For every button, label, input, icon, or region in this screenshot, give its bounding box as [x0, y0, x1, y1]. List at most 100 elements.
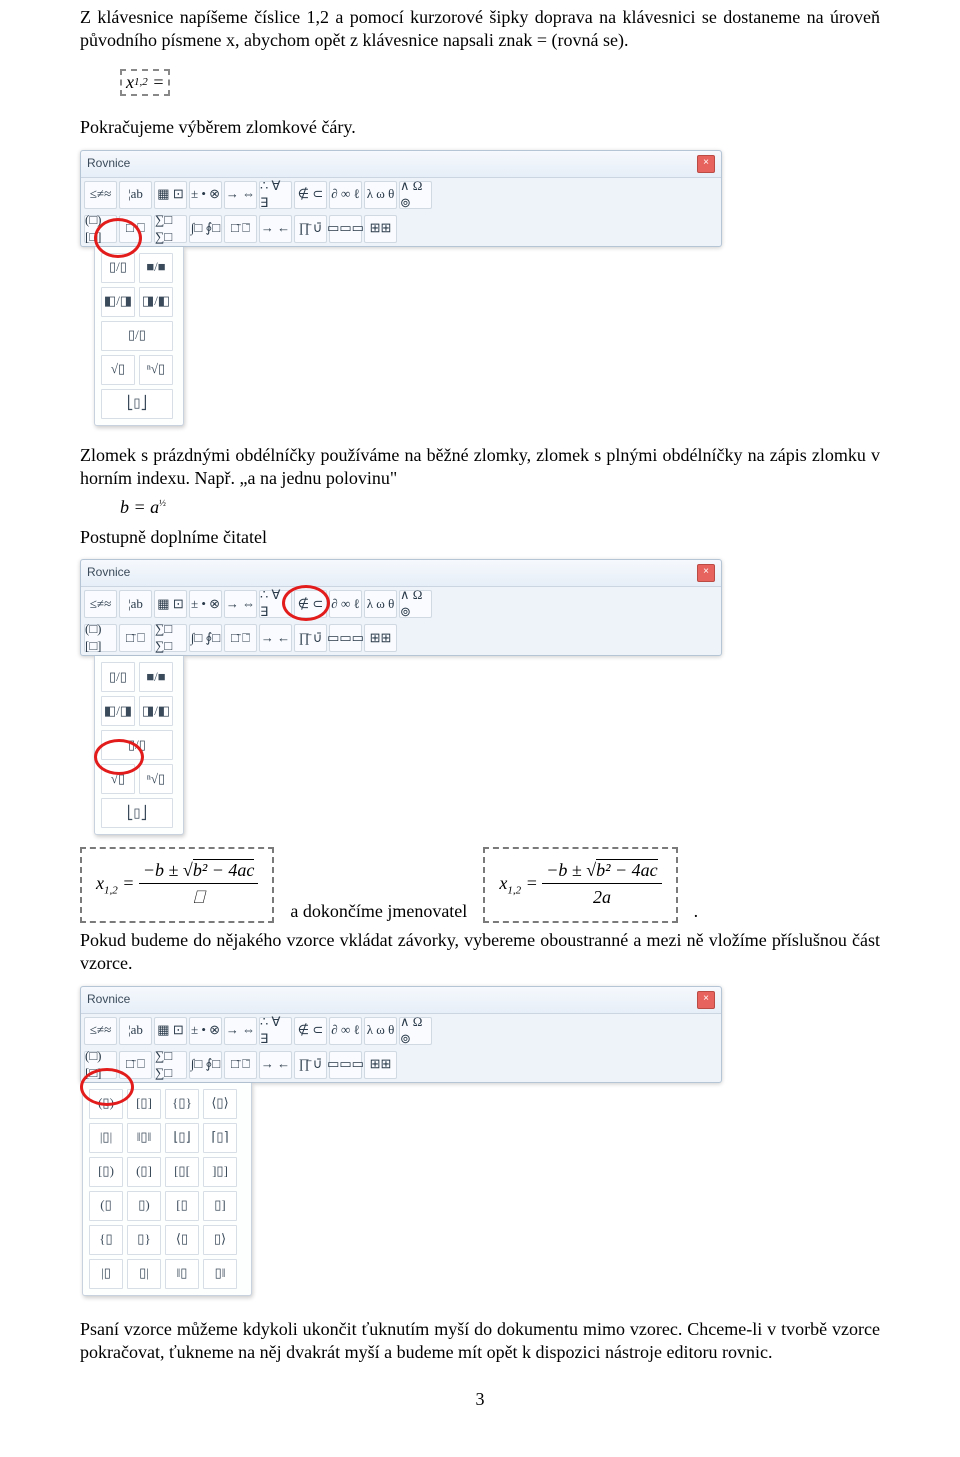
frac-empty-2[interactable]: ▯/▯ [101, 662, 135, 692]
paren-open-sq-r[interactable]: ▯] [203, 1191, 237, 1221]
btn-integral-3[interactable]: ∫□ ∮□ [189, 1051, 222, 1079]
btn-calculus-3[interactable]: ∂ ∞ ℓ [329, 1017, 362, 1045]
btn-greek-lower-3[interactable]: λ ω θ [364, 1017, 397, 1045]
btn-matrix-large-2[interactable]: ⊞⊞ [364, 624, 397, 652]
close-icon-3[interactable]: × [697, 991, 715, 1009]
btn-operators-2[interactable]: ± • ⊗ [189, 590, 222, 618]
btn-calculus-2[interactable]: ∂ ∞ ℓ [329, 590, 362, 618]
btn-arrows[interactable]: → ⇔ [224, 181, 257, 209]
paren-curly[interactable]: {▯} [165, 1089, 199, 1119]
toolbar-titlebar-3: Rovnice × [81, 987, 721, 1014]
paren-open-sq-l[interactable]: [▯ [165, 1191, 199, 1221]
paren-open-bar-l[interactable]: |▯ [89, 1259, 123, 1289]
paren-open-angle-l[interactable]: ⟨▯ [165, 1225, 199, 1255]
btn-decoration-2[interactable]: ▦ ⊡ [154, 590, 187, 618]
root-nth-2[interactable]: ⁿ√▯ [139, 764, 173, 794]
paren-mix-3[interactable]: [▯[ [165, 1157, 199, 1187]
btn-arrows-2[interactable]: → ⇔ [224, 590, 257, 618]
paren-floor[interactable]: ⌊▯⌋ [165, 1123, 199, 1153]
toolbar-block-2: Rovnice × ≤≠≈ ¦ab ▦ ⊡ ± • ⊗ → ⇔ ∴ ∀ ∃ ∉ … [80, 559, 880, 835]
paren-ceil[interactable]: ⌈▯⌉ [203, 1123, 237, 1153]
end-period: . [694, 900, 699, 923]
long-div[interactable]: ⎣▯⎦ [101, 389, 173, 419]
btn-spacing-2[interactable]: ¦ab [119, 590, 152, 618]
paren-open-curly-l[interactable]: {▯ [89, 1225, 123, 1255]
paren-mix-2[interactable]: (▯] [127, 1157, 161, 1187]
btn-spacing[interactable]: ¦ab [119, 181, 152, 209]
btn-products-3[interactable]: ∏̄ ∪̄ [294, 1051, 327, 1079]
btn-products[interactable]: ∏̄ ∪̄ [294, 215, 327, 243]
paren-angle[interactable]: ⟨▯⟩ [203, 1089, 237, 1119]
btn-sets[interactable]: ∉ ⊂ [294, 181, 327, 209]
btn-greek-upper[interactable]: ∧ Ω ⊚ [399, 181, 432, 209]
btn-overbar-2[interactable]: □̄ ⎕̄ [224, 624, 257, 652]
selection-text: x1,2 = [122, 71, 168, 94]
formula-base: b = a [120, 497, 159, 517]
btn-fractions-2[interactable]: □̄ ⎕ [119, 624, 152, 652]
btn-symbols-rel-3[interactable]: ≤≠≈ [84, 1017, 117, 1045]
paren-open-dbar-r[interactable]: ▯‖ [203, 1259, 237, 1289]
toolbar-block-1: Rovnice × ≤≠≈ ¦ab ▦ ⊡ ± • ⊗ → ⇔ ∴ ∀ ∃ ∉ … [80, 150, 880, 426]
btn-greek-lower[interactable]: λ ω θ [364, 181, 397, 209]
btn-greek-upper-3[interactable]: ∧ Ω ⊚ [399, 1017, 432, 1045]
btn-decoration[interactable]: ▦ ⊡ [154, 181, 187, 209]
paren-open-round-l[interactable]: (▯ [89, 1191, 123, 1221]
paren-dbar[interactable]: ‖▯‖ [127, 1123, 161, 1153]
btn-symbols-rel-2[interactable]: ≤≠≈ [84, 590, 117, 618]
toolbar-row-1b: ≤≠≈ ¦ab ▦ ⊡ ± • ⊗ → ⇔ ∴ ∀ ∃ ∉ ⊂ ∂ ∞ ℓ λ … [81, 587, 721, 621]
paragraph-5: Pokud budeme do nějakého vzorce vkládat … [80, 929, 880, 976]
toolbar-row-2c: (□) [□] □̄ ⎕ ∑□ ∑□ ∫□ ∮□ □̄ ⎕̄ → ← ∏̄ ∪̄… [81, 1048, 721, 1082]
btn-integral-2[interactable]: ∫□ ∮□ [189, 624, 222, 652]
btn-arrow-templates-2[interactable]: → ← [259, 624, 292, 652]
btn-sum-2[interactable]: ∑□ ∑□ [154, 624, 187, 652]
btn-arrow-templates-3[interactable]: → ← [259, 1051, 292, 1079]
frac-filled[interactable]: ■/■ [139, 253, 173, 283]
btn-fences-2[interactable]: (□) [□] [84, 624, 117, 652]
paren-open-round-r[interactable]: ▯) [127, 1191, 161, 1221]
btn-logic-3[interactable]: ∴ ∀ ∃ [259, 1017, 292, 1045]
btn-matrix-large[interactable]: ⊞⊞ [364, 215, 397, 243]
btn-overbar-3[interactable]: □̄ ⎕̄ [224, 1051, 257, 1079]
root-sqrt[interactable]: √▯ [101, 355, 135, 385]
frac-filled-2[interactable]: ■/■ [139, 662, 173, 692]
btn-sets-3[interactable]: ∉ ⊂ [294, 1017, 327, 1045]
close-icon-2[interactable]: × [697, 564, 715, 582]
frac-b[interactable]: ◨/◧ [139, 287, 173, 317]
btn-operators-3[interactable]: ± • ⊗ [189, 1017, 222, 1045]
btn-operators[interactable]: ± • ⊗ [189, 181, 222, 209]
frac-b-2[interactable]: ◨/◧ [139, 696, 173, 726]
btn-integral[interactable]: ∫□ ∮□ [189, 215, 222, 243]
frac-a[interactable]: ◧/◨ [101, 287, 135, 317]
btn-matrix-small-2[interactable]: ▭▭▭ [329, 624, 362, 652]
btn-greek-upper-2[interactable]: ∧ Ω ⊚ [399, 590, 432, 618]
paren-open-angle-r[interactable]: ▯⟩ [203, 1225, 237, 1255]
paren-bar[interactable]: |▯| [89, 1123, 123, 1153]
btn-sum[interactable]: ∑□ ∑□ [154, 215, 187, 243]
btn-logic[interactable]: ∴ ∀ ∃ [259, 181, 292, 209]
btn-matrix-small[interactable]: ▭▭▭ [329, 215, 362, 243]
paren-mix-4[interactable]: ]▯] [203, 1157, 237, 1187]
paren-open-dbar-l[interactable]: ‖▯ [165, 1259, 199, 1289]
btn-symbols-rel[interactable]: ≤≠≈ [84, 181, 117, 209]
frac-a-2[interactable]: ◧/◨ [101, 696, 135, 726]
btn-greek-lower-2[interactable]: λ ω θ [364, 590, 397, 618]
btn-decoration-3[interactable]: ▦ ⊡ [154, 1017, 187, 1045]
btn-arrows-3[interactable]: → ⇔ [224, 1017, 257, 1045]
toolbar-row-2b: (□) [□] □̄ ⎕ ∑□ ∑□ ∫□ ∮□ □̄ ⎕̄ → ← ∏̄ ∪̄… [81, 621, 721, 655]
btn-matrix-small-3[interactable]: ▭▭▭ [329, 1051, 362, 1079]
btn-overbar[interactable]: □̄ ⎕̄ [224, 215, 257, 243]
btn-calculus[interactable]: ∂ ∞ ℓ [329, 181, 362, 209]
btn-matrix-large-3[interactable]: ⊞⊞ [364, 1051, 397, 1079]
paren-mix-1[interactable]: [▯) [89, 1157, 123, 1187]
paren-open-bar-r[interactable]: ▯| [127, 1259, 161, 1289]
long-div-2[interactable]: ⎣▯⎦ [101, 798, 173, 828]
root-nth[interactable]: ⁿ√▯ [139, 355, 173, 385]
btn-spacing-3[interactable]: ¦ab [119, 1017, 152, 1045]
paren-open-curly-r[interactable]: ▯} [127, 1225, 161, 1255]
btn-arrow-templates[interactable]: → ← [259, 215, 292, 243]
frac-slash[interactable]: ▯/▯ [101, 321, 173, 351]
btn-products-2[interactable]: ∏̄ ∪̄ [294, 624, 327, 652]
equation-toolbar-3: Rovnice × ≤≠≈ ¦ab ▦ ⊡ ± • ⊗ → ⇔ ∴ ∀ ∃ ∉ … [80, 986, 722, 1083]
btn-sum-3[interactable]: ∑□ ∑□ [154, 1051, 187, 1079]
close-icon[interactable]: × [697, 155, 715, 173]
